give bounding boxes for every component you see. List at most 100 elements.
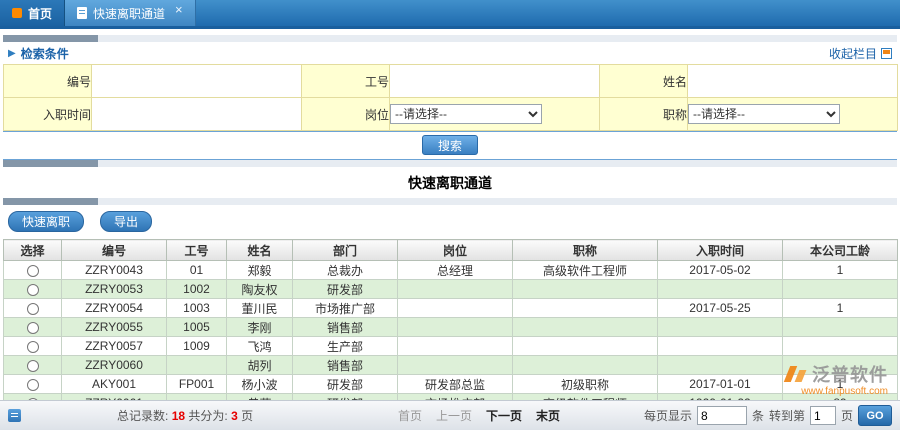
tab-home[interactable]: 首页 [0, 0, 65, 26]
separator-bar-top [3, 35, 897, 42]
collapse-icon [881, 48, 892, 59]
col-job-title: 职称 [513, 240, 658, 261]
goto-page-input[interactable] [810, 406, 836, 425]
per-page-input[interactable] [697, 406, 747, 425]
cell-job-no: 1003 [167, 299, 227, 318]
search-button-row: 搜索 [3, 131, 897, 160]
job-title-select[interactable]: --请选择-- [688, 104, 840, 124]
cell-code: ZZRY0055 [62, 318, 167, 337]
cell-position [398, 299, 513, 318]
row-select-radio[interactable] [27, 322, 39, 334]
code-label: 编号 [4, 65, 92, 98]
cell-name: 胡列 [227, 356, 293, 375]
job-no-label: 工号 [302, 65, 390, 98]
search-button[interactable]: 搜索 [422, 135, 478, 155]
job-title-label: 职称 [600, 98, 688, 131]
hire-date-label: 入职时间 [4, 98, 92, 131]
goto-prefix: 转到第 [769, 407, 805, 424]
cell-hire-date [658, 337, 783, 356]
table-row: ZZRY0043 01 郑毅 总裁办 总经理 高级软件工程师 2017-05-0… [4, 261, 898, 280]
pagination-footer: 总记录数: 18 共分为: 3 页 首页 上一页 下一页 末页 每页显示 条 转… [0, 400, 900, 430]
row-select-radio[interactable] [27, 360, 39, 372]
cell-code: ZZRY0060 [62, 356, 167, 375]
col-department: 部门 [293, 240, 398, 261]
cell-job-no: 1005 [167, 318, 227, 337]
tab-home-label: 首页 [28, 5, 52, 22]
cell-hire-date: 2017-01-01 [658, 375, 783, 394]
cell-job-title [513, 280, 658, 299]
row-select-radio[interactable] [27, 303, 39, 315]
list-icon [8, 409, 21, 422]
cell-code: ZZRY0054 [62, 299, 167, 318]
cell-name: 李刚 [227, 318, 293, 337]
cell-job-no [167, 356, 227, 375]
record-summary: 总记录数: 18 共分为: 3 页 [117, 407, 253, 424]
search-section-header: ▶ 检索条件 收起栏目 [0, 42, 900, 64]
cell-hire-date: 2017-05-02 [658, 261, 783, 280]
close-tab-icon[interactable]: × [175, 3, 183, 16]
tab-quick-resign-channel[interactable]: 快速离职通道 × [65, 0, 196, 26]
total-label: 总记录数: [117, 409, 168, 423]
code-input[interactable] [92, 65, 301, 97]
cell-position [398, 280, 513, 299]
table-row: ZZRY0055 1005 李刚 销售部 [4, 318, 898, 337]
col-job-no: 工号 [167, 240, 227, 261]
cell-job-no: 1009 [167, 337, 227, 356]
select-cell [4, 299, 62, 318]
job-no-input[interactable] [390, 65, 599, 97]
last-page-link[interactable]: 末页 [536, 407, 560, 424]
position-select[interactable]: --请选择-- [390, 104, 542, 124]
cell-hire-date [658, 318, 783, 337]
cell-name: 陶友权 [227, 280, 293, 299]
cell-job-title [513, 318, 658, 337]
cell-hire-date: 2017-05-25 [658, 299, 783, 318]
cell-name: 董川民 [227, 299, 293, 318]
first-page-link[interactable]: 首页 [398, 407, 422, 424]
select-cell [4, 337, 62, 356]
next-page-link[interactable]: 下一页 [486, 407, 522, 424]
name-input[interactable] [688, 65, 897, 97]
cell-department: 销售部 [293, 318, 398, 337]
cell-department: 研发部 [293, 280, 398, 299]
cell-department: 研发部 [293, 375, 398, 394]
cell-code: AKY001 [62, 375, 167, 394]
quick-resign-button[interactable]: 快速离职 [8, 211, 84, 232]
pages-suffix: 页 [241, 409, 253, 423]
document-icon [77, 7, 87, 19]
cell-job-no: 1002 [167, 280, 227, 299]
position-label: 岗位 [302, 98, 390, 131]
total-count: 18 [172, 409, 185, 423]
cell-code: ZZRY0057 [62, 337, 167, 356]
tab-bar: 首页 快速离职通道 × [0, 0, 900, 29]
cell-department: 销售部 [293, 356, 398, 375]
separator-bar-mid2 [3, 198, 897, 205]
search-section-title: 检索条件 [21, 45, 69, 62]
collapse-panel-link[interactable]: 收起栏目 [829, 45, 892, 62]
go-button[interactable]: GO [858, 405, 892, 426]
cell-seniority [783, 318, 898, 337]
cell-position: 总经理 [398, 261, 513, 280]
employee-table: 选择 编号 工号 姓名 部门 岗位 职称 入职时间 本公司工龄 ZZRY0043… [3, 239, 898, 413]
table-row: ZZRY0060 胡列 销售部 [4, 356, 898, 375]
cell-department: 市场推广部 [293, 299, 398, 318]
cell-position [398, 337, 513, 356]
cell-seniority [783, 337, 898, 356]
select-cell [4, 280, 62, 299]
cell-seniority [783, 280, 898, 299]
export-button[interactable]: 导出 [100, 211, 152, 232]
cell-department: 总裁办 [293, 261, 398, 280]
page-count: 3 [231, 409, 238, 423]
table-row: ZZRY0053 1002 陶友权 研发部 [4, 280, 898, 299]
hire-date-input[interactable] [92, 98, 301, 130]
pages-label: 共分为: [188, 409, 227, 423]
table-row: ZZRY0054 1003 董川民 市场推广部 2017-05-25 1 [4, 299, 898, 318]
row-select-radio[interactable] [27, 379, 39, 391]
cell-hire-date [658, 356, 783, 375]
prev-page-link[interactable]: 上一页 [436, 407, 472, 424]
col-hire-date: 入职时间 [658, 240, 783, 261]
row-select-radio[interactable] [27, 341, 39, 353]
row-select-radio[interactable] [27, 265, 39, 277]
brand-url: www.fanpusoft.com [787, 386, 888, 397]
cell-position [398, 356, 513, 375]
row-select-radio[interactable] [27, 284, 39, 296]
